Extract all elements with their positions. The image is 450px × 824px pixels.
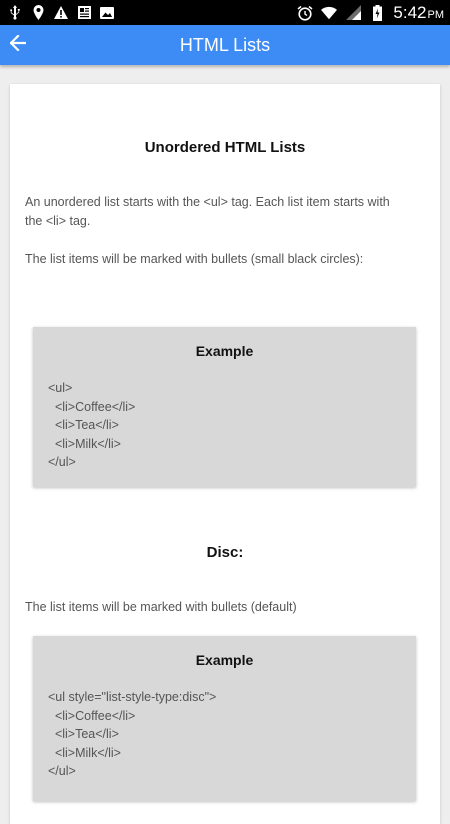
intro-paragraph-line-1: An unordered list starts with the <ul> t… xyxy=(25,195,390,209)
code-line: <li>Coffee</li> xyxy=(48,708,136,723)
content-card: Unordered HTML Lists An unordered list s… xyxy=(10,84,440,824)
code-line: <ul style="list-style-type:disc"> xyxy=(48,690,217,704)
system-icons: 5:42PM xyxy=(297,0,444,25)
intro-paragraph-line-2: the <li> tag. xyxy=(25,214,91,228)
wifi-icon xyxy=(321,5,338,21)
photo-icon xyxy=(100,6,114,20)
code-line: <ul> xyxy=(48,381,73,395)
bullets-paragraph: The list items will be marked with bulle… xyxy=(25,252,364,266)
code-line: <li>Milk</li> xyxy=(48,436,121,451)
signal-icon xyxy=(345,5,361,21)
location-icon xyxy=(31,5,45,20)
back-button[interactable] xyxy=(4,29,32,61)
example-box-disc: Example <ul style="list-style-type:disc"… xyxy=(33,636,416,801)
example-title: Example xyxy=(195,343,254,359)
code-line: <li>Milk</li> xyxy=(48,745,121,760)
section-heading: Unordered HTML Lists xyxy=(144,139,306,156)
status-bar: 5:42PM xyxy=(0,0,450,25)
code-line: </ul> xyxy=(48,764,76,778)
usb-icon xyxy=(8,5,22,20)
clock: 5:42PM xyxy=(393,3,444,23)
disc-paragraph: The list items will be marked with bulle… xyxy=(25,600,297,614)
code-line: <li>Tea</li> xyxy=(48,418,119,432)
news-icon xyxy=(77,6,91,20)
code-line: <li>Coffee</li> xyxy=(48,399,136,414)
arrow-left-icon xyxy=(9,33,27,56)
code-line: <li>Tea</li> xyxy=(48,727,119,741)
alarm-icon xyxy=(297,5,313,21)
clock-time: 5:42 xyxy=(393,2,427,22)
clock-ampm: PM xyxy=(427,8,445,21)
battery-icon xyxy=(369,4,385,21)
page-title: HTML Lists xyxy=(179,35,271,55)
warning-icon xyxy=(54,6,68,20)
app-bar: HTML Lists xyxy=(0,25,450,65)
disc-heading: Disc: xyxy=(206,544,244,561)
example-title: Example xyxy=(195,652,254,668)
code-line: </ul> xyxy=(48,455,76,469)
notification-icons xyxy=(8,3,114,22)
example-box: Example <ul> <li>Coffee</li> <li>Tea</li… xyxy=(33,327,416,487)
